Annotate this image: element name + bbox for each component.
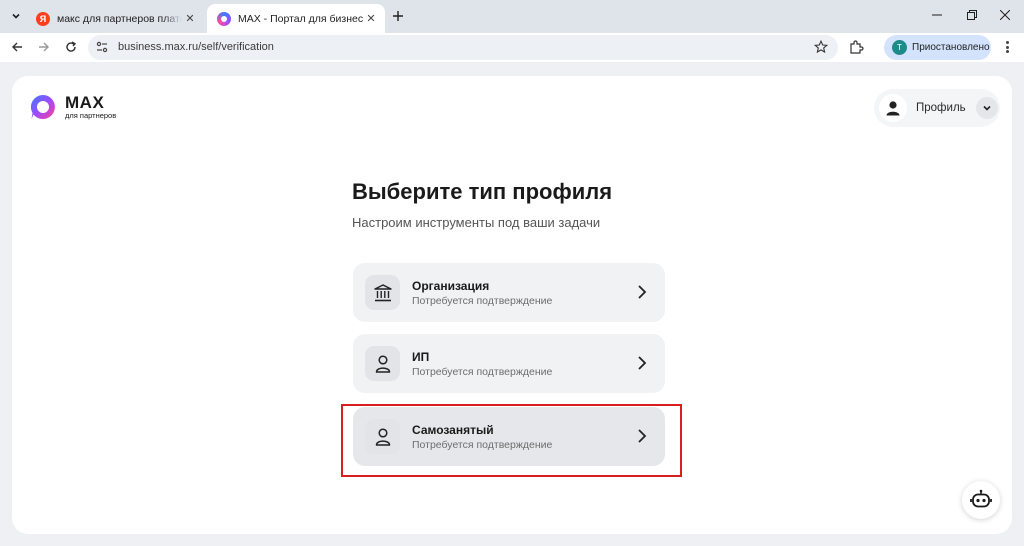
back-button[interactable] <box>7 37 27 57</box>
main-card: MAX для партнеров Профиль Выберите тип п… <box>12 76 1012 534</box>
url-text: business.max.ru/self/verification <box>118 41 274 53</box>
site-settings-icon[interactable] <box>95 40 109 54</box>
avatar: Т <box>892 40 907 55</box>
yandex-icon: Я <box>36 11 50 26</box>
arrow-right-icon <box>39 42 49 52</box>
max-icon <box>217 11 231 26</box>
person-icon <box>365 346 400 381</box>
logo-subtitle: для партнеров <box>65 110 117 120</box>
close-icon <box>1000 10 1010 20</box>
page-subtitle: Настроим инструменты под ваши задачи <box>352 215 601 230</box>
tab-max-portal[interactable]: MAX - Портал для бизнеса ✕ <box>207 4 385 33</box>
restore-icon <box>967 10 977 20</box>
assistant-bot-button[interactable] <box>962 481 1000 519</box>
bookmark-star-icon[interactable] <box>814 40 828 54</box>
reload-button[interactable] <box>61 37 81 57</box>
tab-strip: Я макс для партнеров платформ ✕ MAX - По… <box>0 0 1024 33</box>
browser-profile-chip[interactable]: Т Приостановлено <box>884 35 991 60</box>
option-ip[interactable]: ИП Потребуется подтверждение <box>353 334 665 393</box>
browser-menu-button[interactable] <box>1000 39 1014 55</box>
option-name: Организация <box>412 279 490 293</box>
extensions-icon[interactable] <box>848 39 864 55</box>
max-logo-icon <box>30 94 55 119</box>
arrow-left-icon <box>12 42 22 52</box>
page-title: Выберите тип профиля <box>352 179 613 204</box>
chevron-down-icon <box>12 13 20 19</box>
tab-search-button[interactable] <box>6 6 26 26</box>
profile-menu-button[interactable]: Профиль <box>874 89 1000 127</box>
profile-status-label: Приостановлено <box>912 42 990 53</box>
reload-icon <box>66 41 77 52</box>
new-tab-button[interactable] <box>389 7 407 25</box>
option-name: ИП <box>412 350 430 364</box>
tab-title: MAX - Портал для бизнеса <box>238 12 363 25</box>
option-description: Потребуется подтверждение <box>412 366 553 378</box>
chevron-down-icon <box>975 97 998 119</box>
dot <box>1005 50 1009 53</box>
profile-label: Профиль <box>916 102 966 114</box>
selection-highlight-box <box>341 404 682 477</box>
forward-button[interactable] <box>34 37 54 57</box>
page-viewport: MAX для партнеров Профиль Выберите тип п… <box>0 62 1024 546</box>
chevron-right-icon <box>638 356 647 370</box>
option-description: Потребуется подтверждение <box>412 295 553 307</box>
dot <box>1005 41 1009 44</box>
close-icon[interactable]: ✕ <box>182 11 198 27</box>
tab-yandex[interactable]: Я макс для партнеров платформ ✕ <box>28 4 204 33</box>
address-bar[interactable]: business.max.ru/self/verification <box>88 35 838 60</box>
bank-icon <box>365 275 400 310</box>
user-icon <box>879 94 907 122</box>
browser-toolbar: business.max.ru/self/verification Т Прио… <box>0 33 1024 62</box>
chevron-right-icon <box>638 285 647 299</box>
robot-icon <box>970 489 992 508</box>
max-logo[interactable]: MAX для партнеров <box>29 93 116 121</box>
logo-name: MAX <box>65 92 105 112</box>
close-icon[interactable]: ✕ <box>363 11 379 27</box>
tab-title: макс для партнеров платформ <box>57 12 182 25</box>
minimize-button[interactable] <box>918 0 956 30</box>
dot <box>1005 45 1009 49</box>
minimize-icon <box>932 14 942 16</box>
option-organization[interactable]: Организация Потребуется подтверждение <box>353 263 665 322</box>
window-close-button[interactable] <box>986 0 1024 30</box>
plus-icon <box>393 11 403 21</box>
